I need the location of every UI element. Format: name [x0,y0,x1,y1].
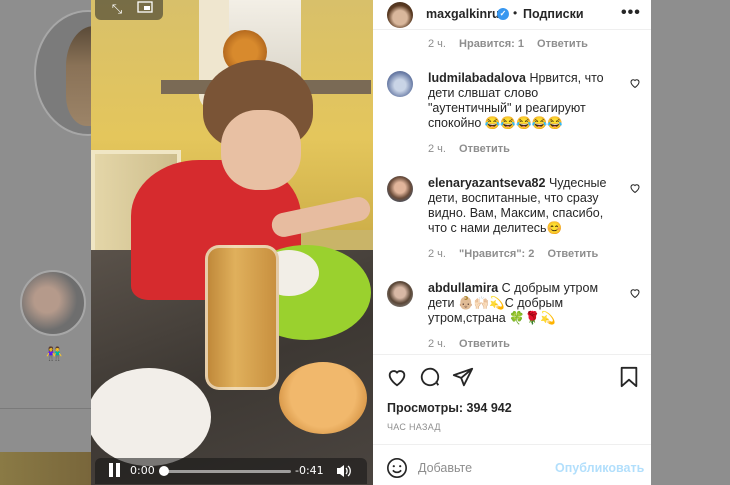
heart-icon[interactable] [629,182,641,194]
reply-button[interactable]: Ответить [459,143,510,155]
picture-in-picture-icon[interactable] [133,0,157,20]
comment-box-divider [373,444,651,445]
reply-button[interactable]: Ответить [459,338,510,350]
post-time[interactable]: ЧАС НАЗАД [387,422,441,432]
commenter-avatar[interactable] [387,176,413,202]
comment-time: 2 ч. [428,248,446,260]
comment-likes[interactable]: "Нравится": 2 [459,248,534,260]
highlight-emoji: 👫 [46,346,63,361]
reply-button[interactable]: Ответить [547,248,598,260]
pause-icon[interactable] [107,463,121,479]
story-highlight [20,270,86,336]
comment-text: elenaryazantseva82 Чудесные дети, воспит… [428,176,610,236]
comment-time: 2 ч. [428,143,446,155]
author-username[interactable]: maxgalkinru [426,7,500,21]
heart-icon[interactable] [386,366,408,388]
commenter-username[interactable]: elenaryazantseva82 [428,176,545,190]
video-progress-thumb[interactable] [159,466,169,476]
video-current-time: 0:00 [130,464,155,477]
background-right [651,0,730,485]
comment-time: 2 ч. [428,38,446,50]
more-icon[interactable]: ••• [621,4,641,22]
fullscreen-icon[interactable]: ⤡ [105,0,129,20]
heart-icon[interactable] [629,287,641,299]
verified-icon: ✓ [497,8,509,20]
heart-icon[interactable] [629,77,641,89]
follow-button[interactable]: Подписки [523,7,584,21]
post-panel: maxgalkinru ✓ • Подписки ••• 2 ч. Нравит… [373,0,651,485]
video-top-controls: ⤡ [95,0,163,20]
author-avatar[interactable] [387,2,413,28]
commenter-username[interactable]: abdullamira [428,281,498,295]
sound-icon[interactable] [335,463,353,479]
bookmark-icon[interactable] [618,366,640,388]
comment-text: ludmilabadalova Нрвится, что дети слвшат… [428,71,610,131]
comment-input[interactable]: Добавьте [418,461,472,475]
comment-icon[interactable] [419,366,441,388]
video-remaining-time: -0:41 [295,464,324,477]
actions-divider [373,354,651,355]
comment-meta: 2 ч. Нравится: 1 Ответить [428,38,598,50]
comment-text: abdullamira С добрым утром дети 👶🏼🙌🏻💫С д… [428,281,610,326]
video-player[interactable]: ⤡ 0:00 -0:41 [91,0,373,485]
comment-meta: 2 ч. Ответить [428,143,520,155]
video-progress-track[interactable] [163,470,291,473]
comment-likes[interactable]: Нравится: 1 [459,38,524,50]
comment-meta: 2 ч. "Нравится": 2 Ответить [428,248,608,260]
comment-meta: 2 ч. Ответить [428,338,520,350]
commenter-avatar[interactable] [387,281,413,307]
reply-button[interactable]: Ответить [537,38,588,50]
post-header: maxgalkinru ✓ • Подписки ••• [373,0,651,30]
emoji-icon[interactable] [386,457,408,479]
views-count[interactable]: Просмотры: 394 942 [387,401,512,415]
comment-time: 2 ч. [428,338,446,350]
commenter-username[interactable]: ludmilabadalova [428,71,526,85]
share-icon[interactable] [452,366,474,388]
publish-button[interactable]: Опубликовать [555,461,644,475]
commenter-avatar[interactable] [387,71,413,97]
header-separator: • [513,6,518,20]
